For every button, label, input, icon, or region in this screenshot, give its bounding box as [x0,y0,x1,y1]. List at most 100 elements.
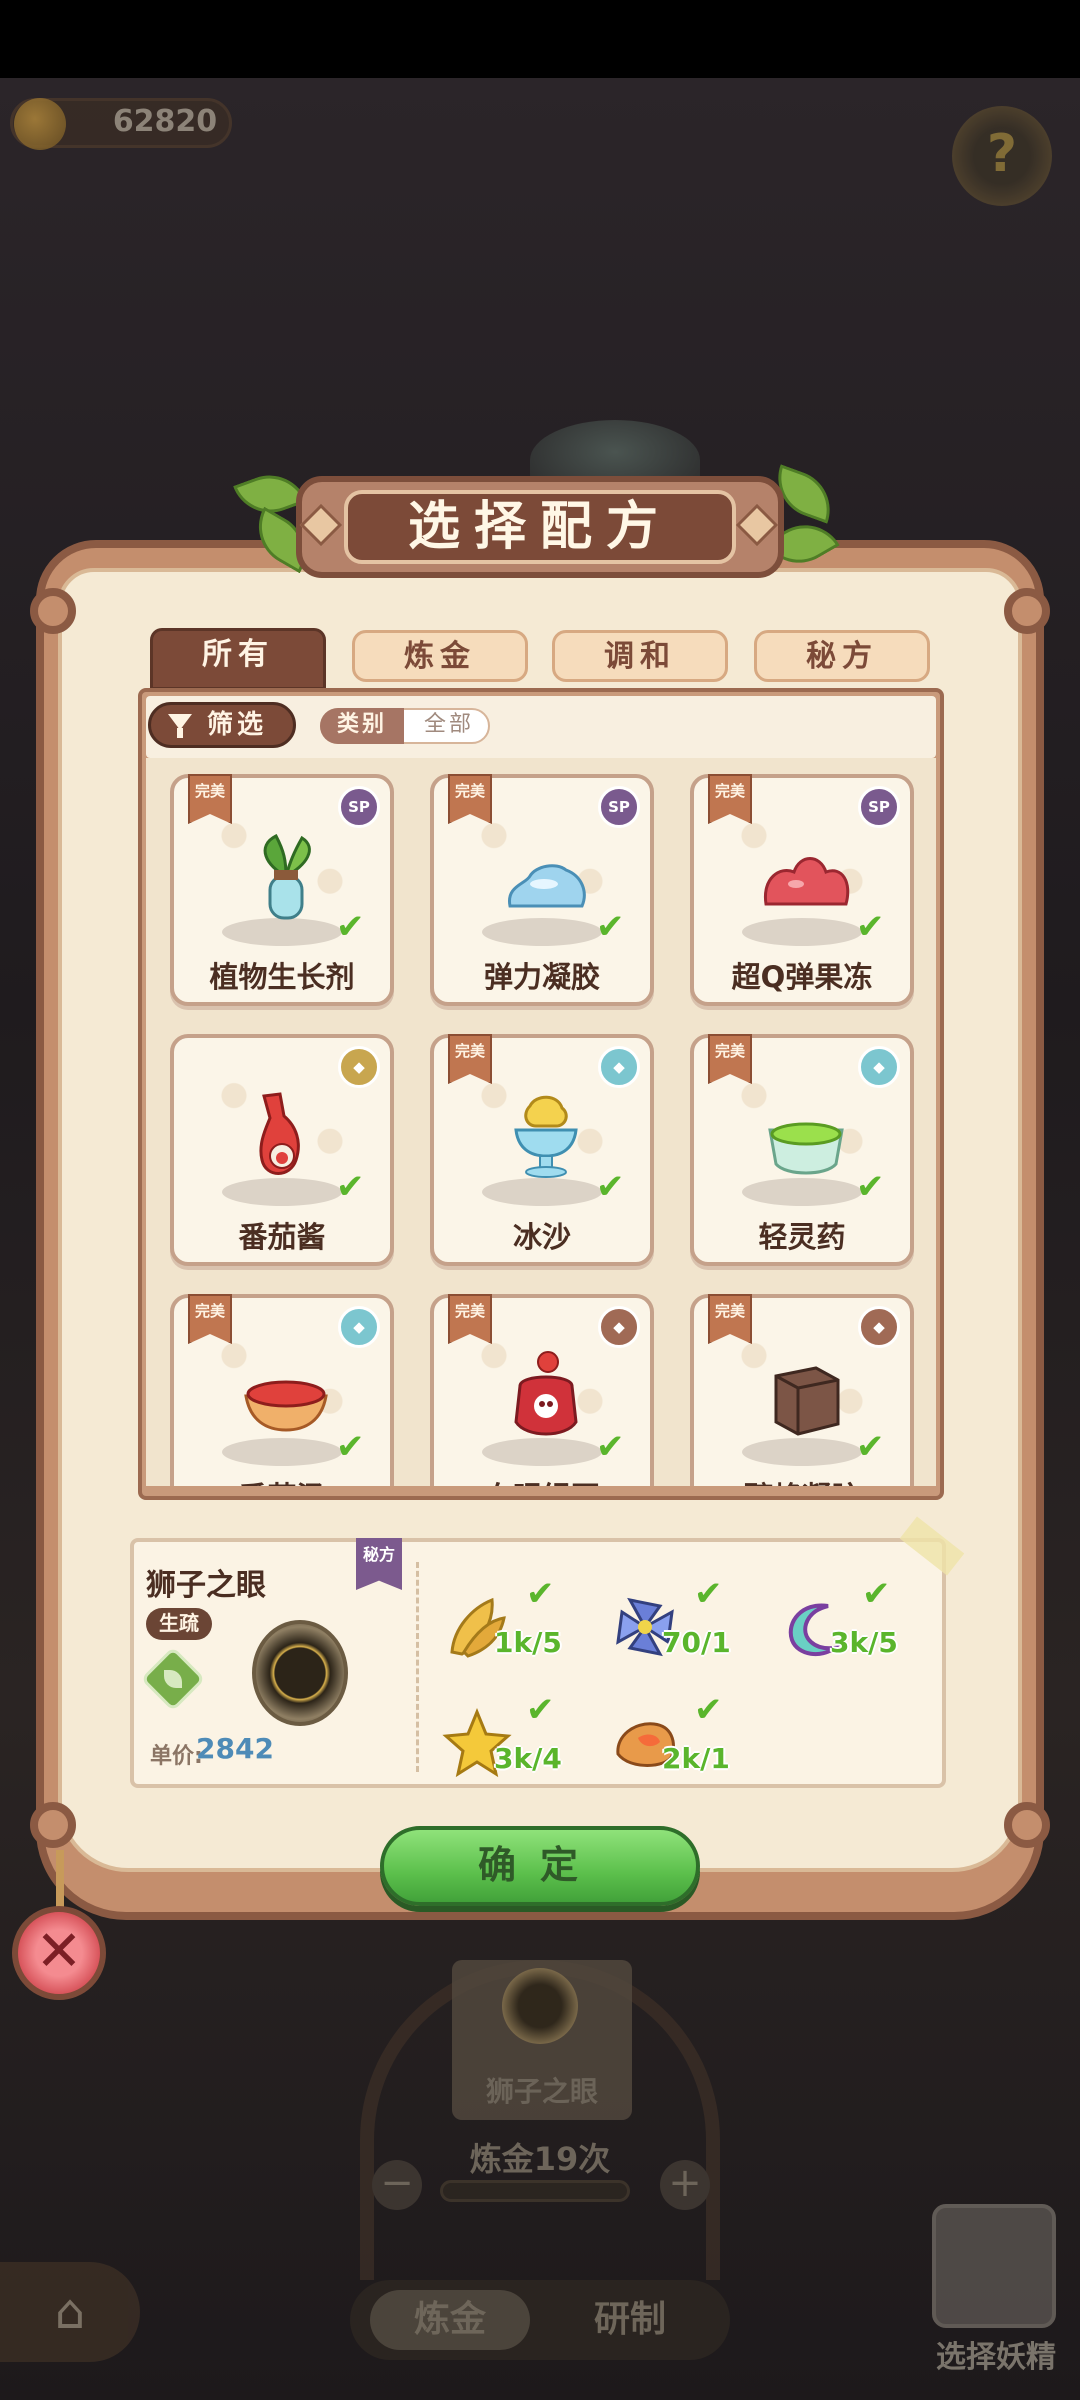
lion-eye-icon [252,1620,348,1726]
ingredient-count: 3k/5 [830,1626,898,1659]
ingredient-slot[interactable]: ✔ 2k/1 [610,1690,750,1790]
recipe-grid: 完美 SP ✔ 植物生长剂 完美 SP ✔ 弹力凝胶 完美 SP ✔ 超Q弹果冻… [146,758,936,1486]
check-icon: ✔ [856,1427,885,1467]
check-icon: ✔ [596,907,625,947]
ingredient-slot[interactable]: ✔ 3k/4 [442,1690,582,1790]
recipe-name: 植物生长剂 [209,960,355,994]
recipe-card[interactable]: 完美 ◆ ✔ 血眼绿豆 [430,1294,654,1486]
rarity-brown-icon: ◆ [858,1306,900,1348]
ingredient-count: 1k/5 [494,1626,562,1659]
category-label: 类别 [320,708,404,744]
recipe-name: 番茄酱 [238,1220,326,1254]
ingredient-slot[interactable]: ✔ 3k/5 [778,1574,918,1674]
help-button[interactable]: ? [952,106,1052,206]
rarity-gold-icon: ◆ [338,1046,380,1088]
recipe-card[interactable]: 完美 ◆ ✔ 醇蜂凝胶 [690,1294,914,1486]
filter-funnel-stem [177,728,183,738]
recipe-name: 弹力凝胶 [483,960,600,994]
recipe-card[interactable]: ◆ ✔ 番茄酱 [170,1034,394,1266]
check-icon: ✔ [336,907,365,947]
detail-divider [416,1562,419,1772]
count-slider[interactable] [440,2180,630,2202]
corner-ornament [30,1802,76,1848]
minus-button[interactable]: − [372,2160,422,2210]
check-icon: ✔ [856,1167,885,1207]
bottom-tab-research[interactable]: 研制 [550,2290,710,2350]
rarity-teal-icon: ◆ [338,1306,380,1348]
coin-value: 62820 [112,104,218,139]
corner-ornament [1004,1802,1050,1848]
check-icon: ✔ [596,1427,625,1467]
recipe-name: 血眼绿豆 [434,1474,650,1486]
lion-eye-icon [502,1968,578,2044]
recipe-card[interactable]: 完美 ◆ ✔ 轻灵药 [690,1034,914,1266]
recipe-name: 冰沙 [512,1220,571,1254]
check-icon: ✔ [526,1574,555,1614]
select-fairy-label: 选择妖精 [936,2340,1056,2375]
tab-all[interactable]: 所有 [150,628,326,690]
plant-potion-icon [263,834,311,920]
tomato-soup-icon [244,1380,328,1432]
rarity-teal-icon: ◆ [598,1046,640,1088]
rope-decoration [56,1850,64,1910]
tab-alchemy[interactable]: 炼金 [352,630,528,682]
price-label: 单价: [150,1744,203,1769]
ketchup-bottle-icon [259,1092,300,1175]
ingredient-slot[interactable]: ✔ 70/1 [610,1574,750,1674]
recipe-name: 超Q弹果冻 [731,960,873,994]
check-icon: ✔ [336,1167,365,1207]
check-icon: ✔ [694,1690,723,1730]
check-icon: ✔ [862,1574,891,1614]
close-icon: ✕ [35,1919,83,1984]
confirm-button[interactable]: 确定 [380,1826,700,1906]
status-bar [0,0,1080,78]
category-value: 全部 [423,712,474,737]
recipe-name: 轻灵药 [758,1220,846,1254]
price-value: 2842 [196,1732,274,1765]
detail-recipe-name: 狮子之眼 [146,1568,266,1603]
tab-blend[interactable]: 调和 [552,630,728,682]
green-potion-icon [768,1122,844,1175]
red-jelly-icon [763,857,850,906]
tab-secret[interactable]: 秘方 [754,630,930,682]
recipe-card[interactable]: 完美 SP ✔ 弹力凝胶 [430,774,654,1006]
alchemy-count: 炼金19次 [469,2140,611,2178]
check-icon: ✔ [336,1427,365,1467]
ingredient-count: 70/1 [662,1626,731,1659]
check-icon: ✔ [856,907,885,947]
ingredient-count: 2k/1 [662,1742,730,1775]
check-icon: ✔ [694,1574,723,1614]
ingredient-slot[interactable]: ✔ 1k/5 [442,1574,582,1674]
ingredient-count: 3k/4 [494,1742,562,1775]
recipe-card[interactable]: 完美 SP ✔ 超Q弹果冻 [690,774,914,1006]
recipe-card[interactable]: 完美 ◆ ✔ 番茄汤 [170,1294,394,1486]
rarity-sp-icon: SP [858,786,900,828]
current-recipe-label: 狮子之眼 [485,2075,598,2108]
recipe-name: 醇蜂凝胶 [694,1474,910,1486]
home-button[interactable]: ⌂ [0,2262,140,2362]
bottom-tab-alchemy[interactable]: 炼金 [370,2290,530,2350]
recipe-card[interactable]: 完美 SP ✔ 植物生长剂 [170,774,394,1006]
close-button[interactable]: ✕ [12,1906,106,2000]
skull-jar-icon [514,1351,578,1436]
question-leaf-icon: ? [986,124,1018,184]
corner-ornament [30,588,76,634]
rarity-brown-icon: ◆ [598,1306,640,1348]
recipe-name: 番茄汤 [174,1474,390,1486]
rarity-teal-icon: ◆ [858,1046,900,1088]
blue-gel-icon [508,864,586,908]
rarity-sp-icon: SP [598,786,640,828]
coin-icon [14,98,66,150]
rarity-sp-icon: SP [338,786,380,828]
check-icon: ✔ [596,1167,625,1207]
recipe-card[interactable]: 完美 ◆ ✔ 冰沙 [430,1034,654,1266]
proficiency-tag: 生疏 [146,1608,212,1640]
plus-button[interactable]: + [660,2160,710,2210]
dialog-title: 选择配方 [344,490,736,564]
check-icon: ✔ [526,1690,555,1730]
shaved-ice-icon [514,1095,578,1178]
corner-ornament [1004,588,1050,634]
fairy-portrait[interactable] [932,2204,1056,2328]
home-icon: ⌂ [54,2284,86,2340]
brown-cube-icon [774,1366,840,1436]
